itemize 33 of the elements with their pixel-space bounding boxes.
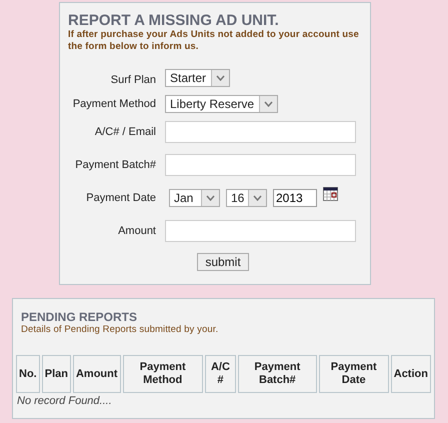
- input-field[interactable]: [165, 220, 356, 242]
- year-field[interactable]: 2013: [273, 188, 317, 206]
- column-header: Payment Batch#: [238, 355, 317, 393]
- field-label: A/C# / Email: [94, 126, 156, 138]
- column-header: Action: [390, 355, 431, 393]
- caret-icon: [216, 75, 226, 81]
- field-label: Payment Batch#: [74, 158, 156, 170]
- dropdown[interactable]: Jan: [169, 188, 220, 206]
- column-header: No.: [16, 355, 40, 393]
- empty-message: No record Found....: [16, 395, 113, 407]
- column-header: Payment Date: [318, 355, 389, 393]
- input-field[interactable]: [165, 120, 356, 142]
- field-label: Surf Plan: [110, 74, 156, 86]
- submit-button[interactable]: submit: [197, 253, 249, 271]
- form-title: REPORT A MISSING AD UNIT.: [68, 12, 280, 29]
- column-header: Amount: [72, 355, 121, 393]
- reports-title: PENDING REPORTS: [20, 310, 138, 324]
- field-label: Payment Date: [85, 192, 156, 204]
- dropdown[interactable]: Starter: [165, 69, 230, 87]
- caret-icon: [264, 101, 274, 107]
- dropdown[interactable]: 16: [226, 188, 267, 206]
- reports-description: Details of Pending Reports submitted by your.: [20, 324, 220, 336]
- column-header: A/C #: [204, 355, 236, 393]
- field-label: Amount: [117, 224, 156, 236]
- input-field[interactable]: [165, 154, 356, 176]
- column-header: Payment Method: [122, 355, 203, 393]
- column-header: Plan: [42, 355, 71, 393]
- dropdown[interactable]: Liberty Reserve: [165, 95, 278, 113]
- calendar-icon[interactable]: [323, 187, 338, 201]
- caret-icon: [206, 194, 215, 200]
- caret-icon: [253, 194, 262, 200]
- form-description: If after purchase your Ads Units not added to your account use the form below to inform us.: [68, 29, 360, 53]
- field-label: Payment Method: [72, 98, 156, 110]
